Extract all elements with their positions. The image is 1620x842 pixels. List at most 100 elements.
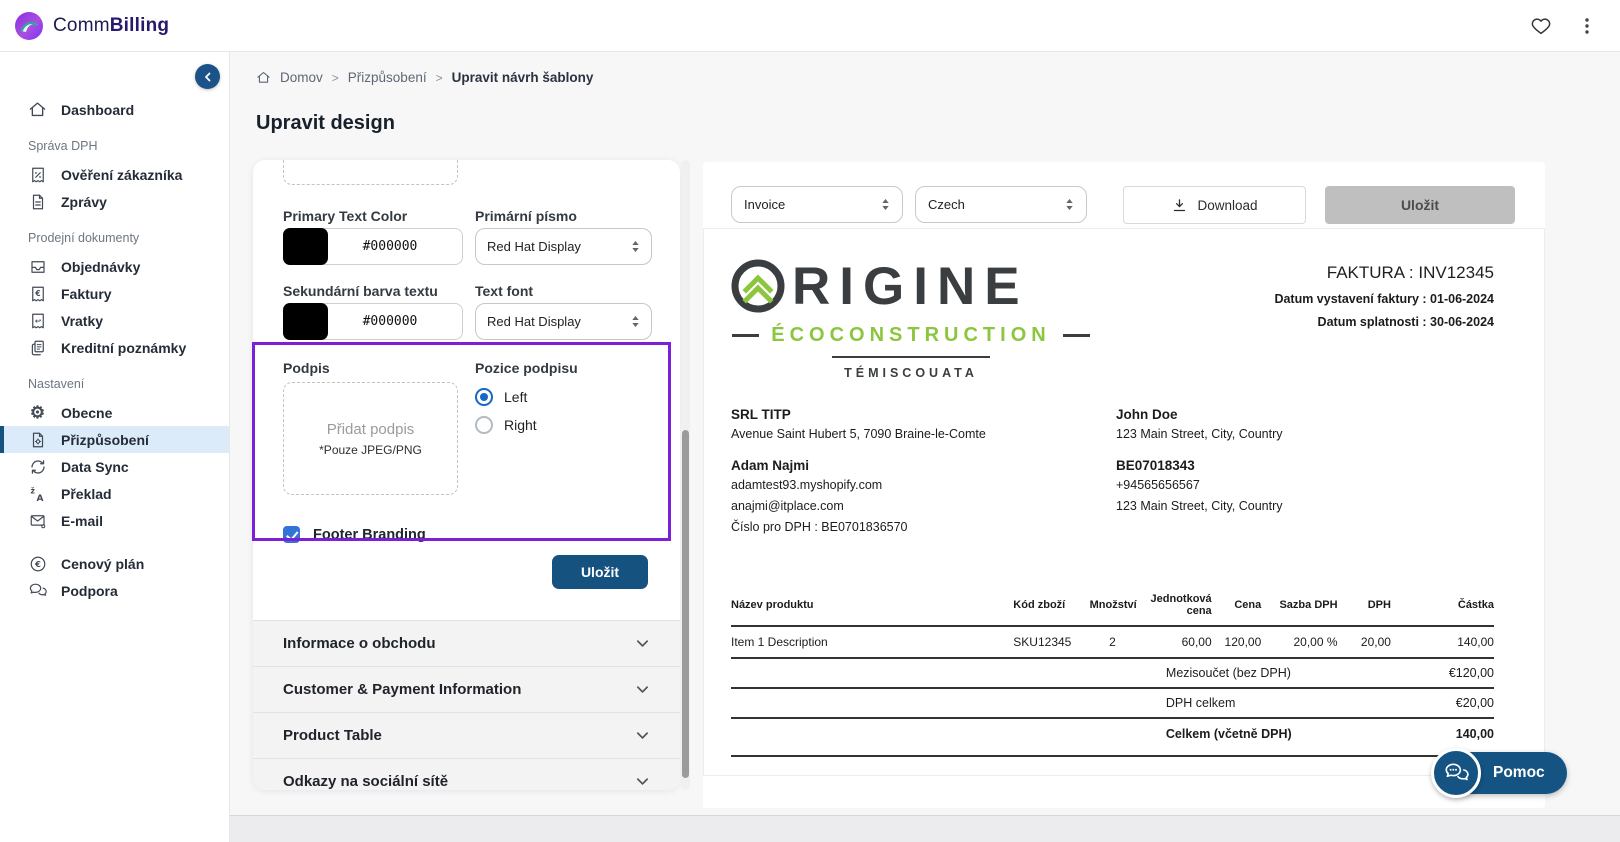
breadcrumb-home[interactable]: Domov — [280, 70, 323, 85]
sidebar-item-label: Faktury — [61, 286, 112, 302]
breadcrumb: Domov > Přizpůsobení > Upravit návrh šab… — [256, 70, 593, 85]
sidebar-item-customer-verification[interactable]: Ověření zákazníka — [0, 161, 229, 188]
language-select[interactable]: Czech — [915, 186, 1087, 223]
signature-position-left-radio[interactable]: Left — [475, 388, 527, 406]
help-button[interactable]: Pomoc — [1437, 752, 1567, 794]
seller-name: SRL TITP — [731, 407, 1116, 422]
sidebar-collapse-button[interactable] — [195, 64, 220, 89]
receipt-return-icon: ↩ — [28, 311, 47, 330]
receipt-percent-icon — [28, 165, 47, 184]
favorites-heart-icon[interactable] — [1530, 15, 1552, 37]
email-gear-icon — [28, 511, 47, 530]
invoice-issue-date: Datum vystavení faktury : 01-06-2024 — [1274, 292, 1494, 306]
logo-subtitle: ÉCOCONSTRUCTION — [771, 324, 1050, 347]
radio-label: Left — [504, 389, 527, 405]
sidebar-item-label: Dashboard — [61, 102, 134, 118]
translate-icon: žA — [28, 484, 47, 503]
sidebar-item-customization[interactable]: Přizpůsobení — [0, 426, 229, 453]
sidebar-item-general[interactable]: ⚙ Obecne — [0, 399, 229, 426]
signature-position-right-radio[interactable]: Right — [475, 416, 537, 434]
customer-phone: +94565656567 — [1116, 477, 1494, 494]
customer-address: 123 Main Street, City, Country — [1116, 426, 1494, 443]
contact-name: Adam Najmi — [731, 458, 1116, 473]
secondary-text-color-label: Sekundární barva textu — [283, 283, 438, 299]
sidebar-item-data-sync[interactable]: Data Sync — [0, 453, 229, 480]
select-arrows-icon — [1065, 198, 1074, 211]
radio-label: Right — [504, 417, 537, 433]
signature-upload-title: Přidat podpis — [327, 421, 415, 438]
sidebar-item-label: Data Sync — [61, 459, 129, 475]
chat-bubbles-icon — [28, 581, 47, 600]
euro-circle-icon: € — [28, 554, 47, 573]
document-type-select[interactable]: Invoice — [731, 186, 903, 223]
text-font-select[interactable]: Red Hat Display — [475, 303, 652, 340]
breadcrumb-separator: > — [436, 71, 443, 85]
signature-upload-note: *Pouze JPEG/PNG — [319, 443, 422, 457]
document-gear-icon — [28, 430, 47, 449]
origine-logo: RIGINE ÉCOCONSTRUCTION TÉMISCOUATA — [731, 259, 1091, 380]
preview-toolbar: Invoice Czech Download Uložit — [703, 186, 1545, 224]
editor-accordions: Informace o obchodu Customer & Payment I… — [253, 620, 680, 790]
accordion-store-information[interactable]: Informace o obchodu — [253, 621, 680, 667]
primary-color-swatch[interactable] — [283, 228, 328, 265]
language-value: Czech — [928, 197, 965, 212]
primary-font-select[interactable]: Red Hat Display — [475, 228, 652, 265]
primary-font-value: Red Hat Display — [487, 239, 581, 254]
sidebar-item-label: Cenový plán — [61, 556, 144, 572]
accordion-product-table[interactable]: Product Table — [253, 713, 680, 759]
primary-text-color-input[interactable]: #000000 — [283, 228, 463, 265]
sidebar-item-reports[interactable]: Zprávy — [0, 188, 229, 215]
sidebar-item-returns[interactable]: ↩ Vratky — [0, 307, 229, 334]
breadcrumb-customization[interactable]: Přizpůsobení — [348, 70, 427, 85]
gear-icon: ⚙ — [28, 403, 47, 422]
logo-upload-box[interactable] — [283, 160, 458, 185]
invoice-items-table: Název produktu Kód zboží Množství Jednot… — [731, 593, 1494, 757]
select-arrows-icon — [631, 315, 640, 328]
svg-text:€: € — [34, 558, 41, 568]
primary-font-label: Primární písmo — [475, 208, 577, 224]
chevron-down-icon — [635, 682, 650, 697]
editor-save-button[interactable]: Uložit — [552, 555, 648, 589]
topbar: CommBilling — [0, 0, 1620, 52]
subtotal-row: Mezisoučet (bez DPH) €120,00 — [731, 659, 1494, 689]
sidebar-item-label: Překlad — [61, 486, 112, 502]
radio-unselected-icon — [475, 416, 493, 434]
chevron-down-icon — [635, 774, 650, 789]
download-button[interactable]: Download — [1123, 186, 1306, 224]
svg-text:↩: ↩ — [34, 316, 40, 325]
sidebar-item-dashboard[interactable]: Dashboard — [0, 96, 229, 123]
sidebar-item-email[interactable]: E-mail — [0, 507, 229, 534]
bottom-scroll-strip — [230, 815, 1620, 842]
sidebar-item-credit-notes[interactable]: Kreditní poznámky — [0, 334, 229, 361]
select-arrows-icon — [881, 198, 890, 211]
preview-save-button[interactable]: Uložit — [1325, 186, 1515, 224]
checkbox-label: Footer Branding — [313, 527, 426, 543]
accordion-customer-payment[interactable]: Customer & Payment Information — [253, 667, 680, 713]
signature-upload-box[interactable]: Přidat podpis *Pouze JPEG/PNG — [283, 382, 458, 495]
sync-icon — [28, 457, 47, 476]
logo-dash — [732, 334, 759, 337]
sidebar-item-invoices[interactable]: € Faktury — [0, 280, 229, 307]
sidebar-section-title: Nastavení — [0, 377, 229, 391]
radio-selected-icon — [475, 388, 493, 406]
logo-tagline: TÉMISCOUATA — [731, 366, 1091, 380]
sidebar-item-translation[interactable]: žA Překlad — [0, 480, 229, 507]
app-screen: CommBilling Dashboard Správa DPH — [0, 0, 1620, 842]
sidebar-item-pricing-plan[interactable]: € Cenový plán — [0, 550, 229, 577]
kebab-menu-icon[interactable] — [1578, 16, 1596, 36]
chevron-down-icon — [635, 728, 650, 743]
sidebar-item-label: E-mail — [61, 513, 103, 529]
secondary-color-swatch[interactable] — [283, 303, 328, 340]
customer-address2: 123 Main Street, City, Country — [1116, 498, 1494, 515]
sidebar-item-support[interactable]: Podpora — [0, 577, 229, 604]
origine-wordmark: RIGINE — [792, 260, 1029, 313]
primary-text-color-label: Primary Text Color — [283, 208, 407, 224]
design-editor-card: Primary Text Color #000000 Primární písm… — [253, 160, 680, 790]
editor-scrollbar-thumb[interactable] — [682, 430, 689, 778]
accordion-social-links[interactable]: Odkazy na sociální sítě — [253, 759, 680, 790]
footer-branding-checkbox[interactable]: Footer Branding — [283, 526, 426, 543]
commbilling-logo-icon — [14, 11, 44, 41]
sidebar-item-orders[interactable]: Objednávky — [0, 253, 229, 280]
download-icon — [1171, 197, 1188, 214]
secondary-text-color-input[interactable]: #000000 — [283, 303, 463, 340]
